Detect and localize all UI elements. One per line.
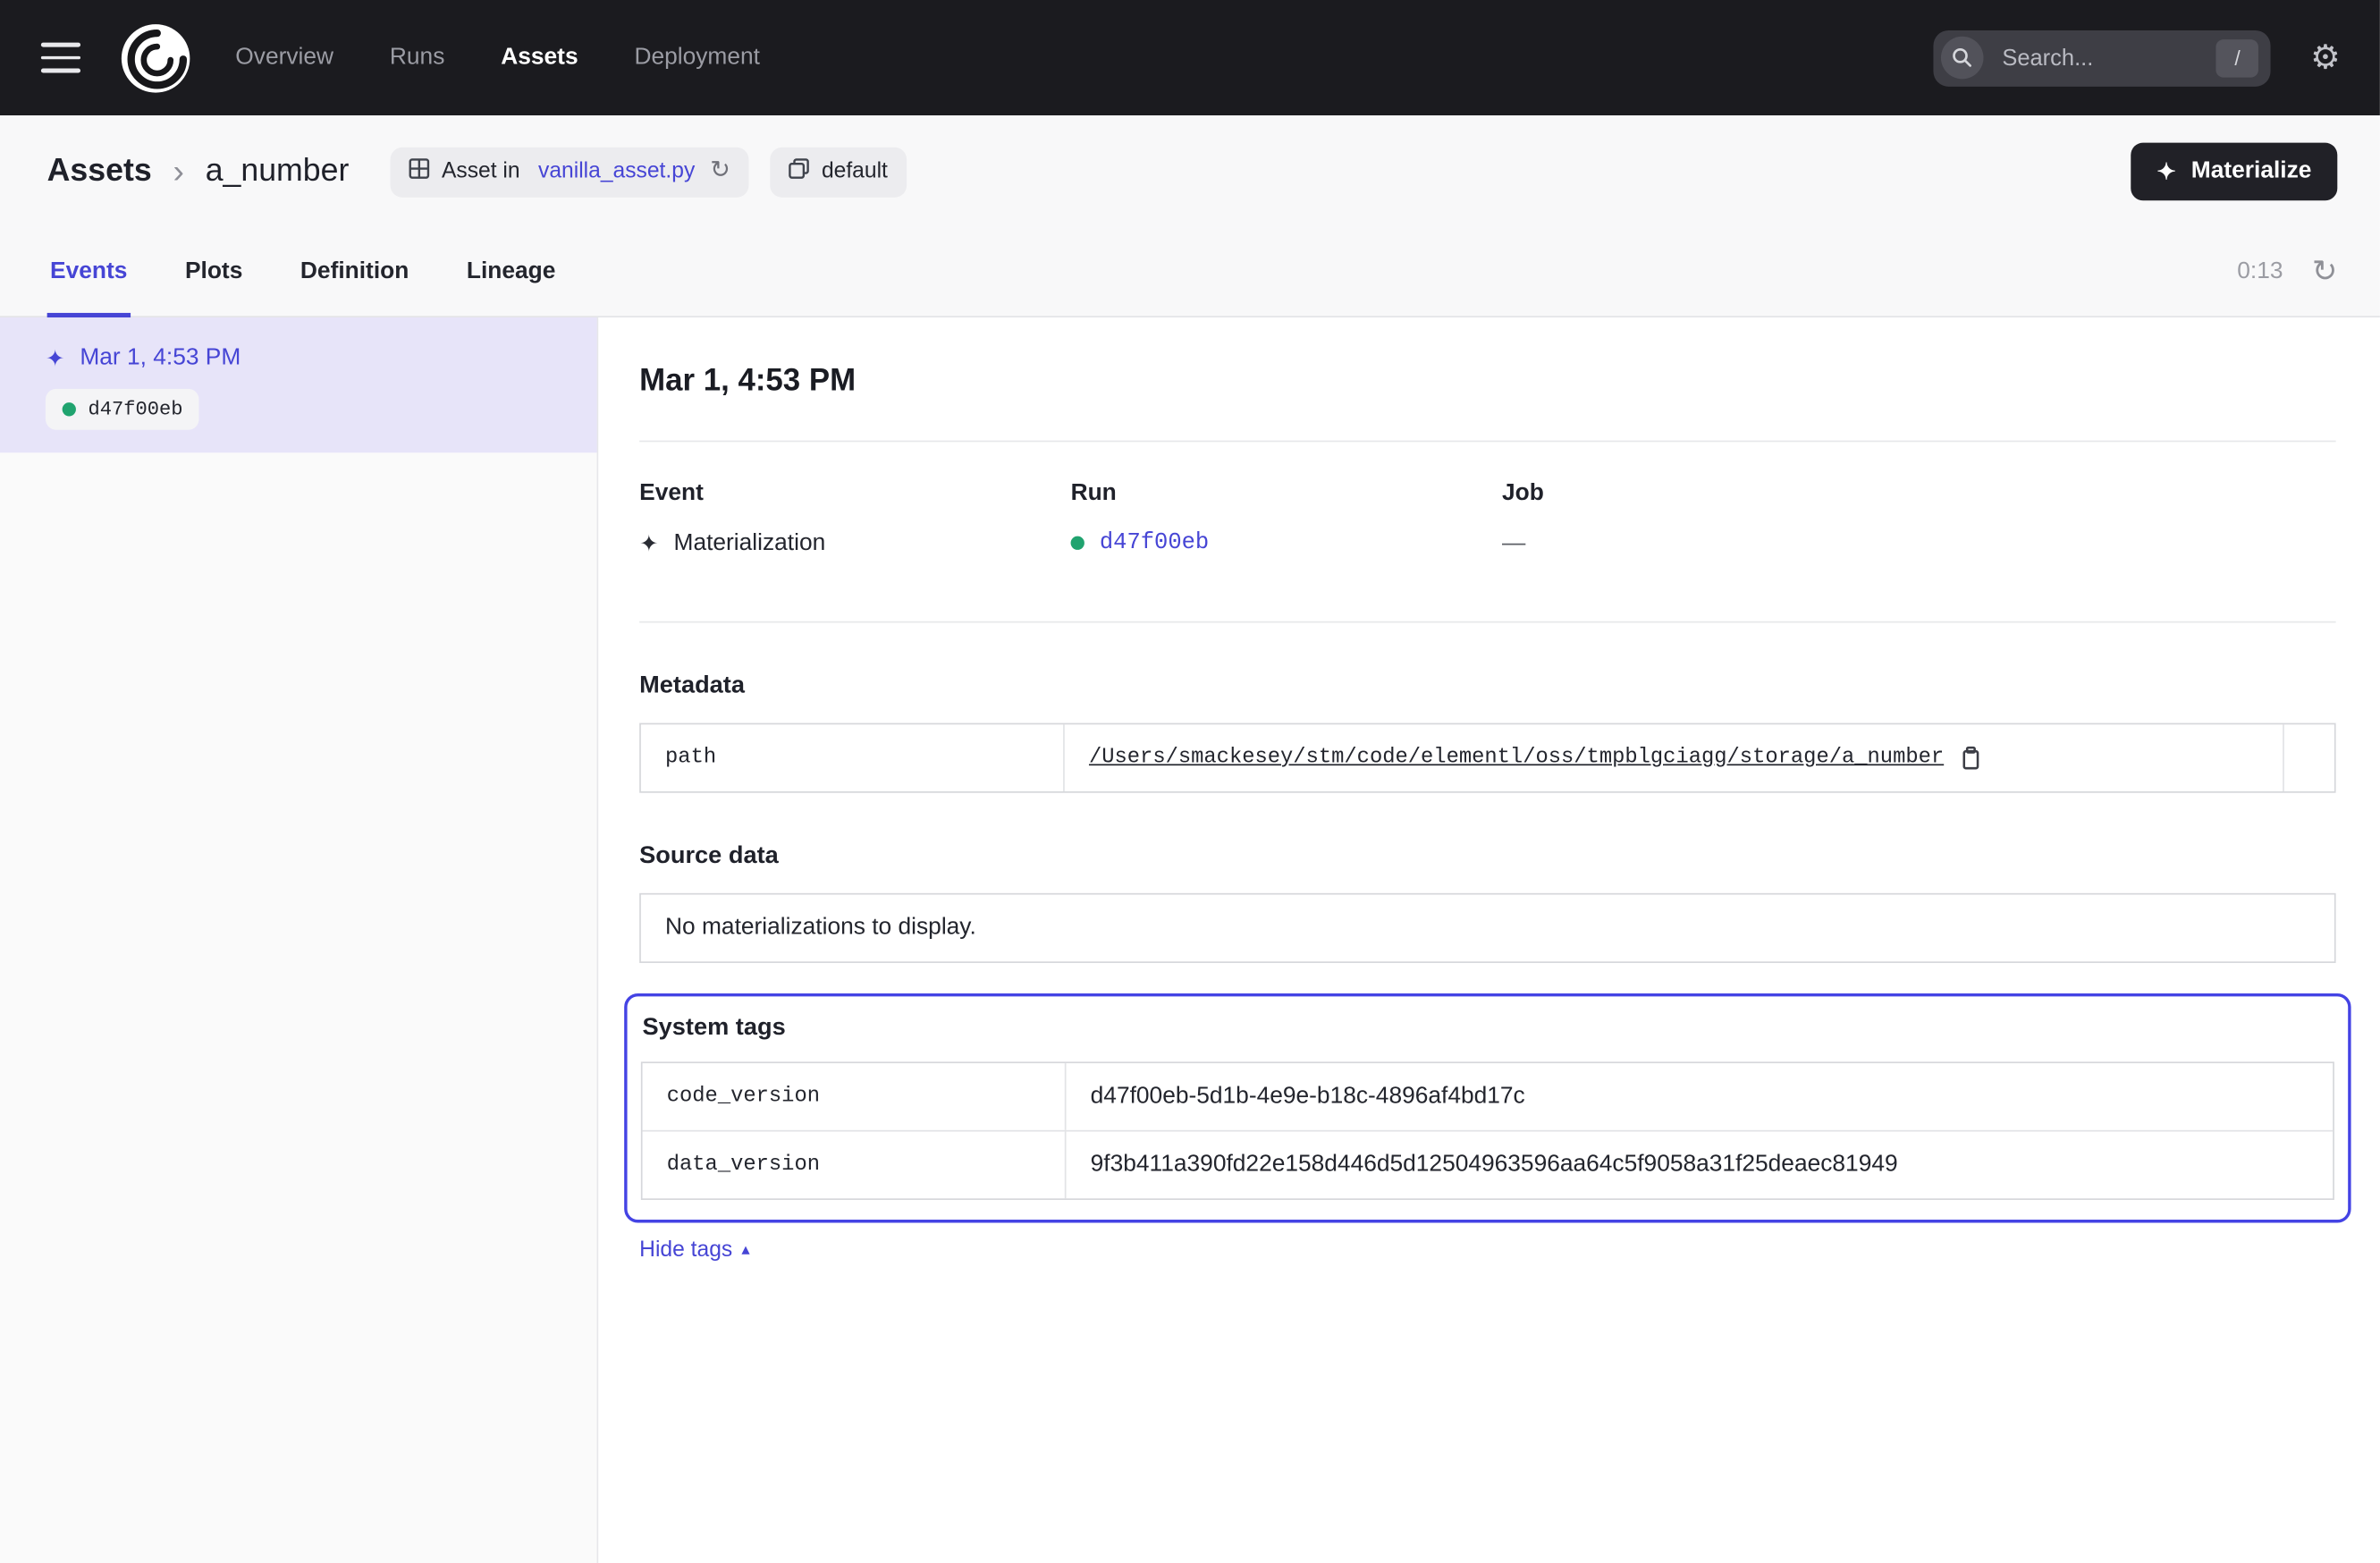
nav-item-overview[interactable]: Overview [235,44,333,72]
header-badges: Asset in vanilla_asset.py ↻ default [390,147,906,197]
asset-group-badge[interactable]: default [770,147,906,197]
metadata-key: path [641,724,1065,791]
caret-up-icon: ▴ [741,1242,749,1259]
tag-value: d47f00eb-5d1b-4e9e-b18c-4896af4bd17c [1066,1063,2333,1130]
top-nav-right: / ⚙ [1934,30,2341,86]
tab-events[interactable]: Events [47,228,131,317]
tab-definition[interactable]: Definition [298,228,412,317]
metadata-table: path /Users/smackesey/stm/code/elementl/… [639,723,2335,793]
event-list-item-selected[interactable]: ✦ Mar 1, 4:53 PM d47f00eb [0,317,597,452]
source-data-empty-state: No materializations to display. [639,893,2335,963]
run-id-pill[interactable]: d47f00eb [46,389,199,430]
table-row: path /Users/smackesey/stm/code/elementl/… [641,724,2334,791]
event-type-value: Materialization [674,530,826,558]
metadata-heading: Metadata [639,673,2335,701]
event-list-sidebar: ✦ Mar 1, 4:53 PM d47f00eb [0,317,598,1563]
system-tags-section: System tags code_version d47f00eb-5d1b-4… [624,993,2350,1223]
table-row: code_version d47f00eb-5d1b-4e9e-b18c-489… [643,1063,2334,1130]
job-column-label: Job [1502,480,1933,508]
divider [639,621,2335,623]
asset-badge-prefix: Asset in [442,159,526,183]
hide-tags-link[interactable]: Hide tags ▴ [639,1238,750,1262]
search-shortcut-hint: / [2216,38,2259,76]
tab-lineage[interactable]: Lineage [463,228,558,317]
run-column-label: Run [1071,480,1502,508]
table-row: data_version 9f3b411a390fd22e158d446d5d1… [643,1130,2334,1198]
refresh-icon[interactable]: ↻ [2312,257,2337,287]
breadcrumb-separator: › [173,155,183,188]
tab-bar: Events Plots Definition Lineage 0:13 ↻ [0,228,2380,317]
materialization-sparkle-icon: ✦ [46,347,64,369]
job-column: Job — [1502,480,1933,558]
materialize-button-label: Materialize [2191,158,2312,186]
event-timestamp: Mar 1, 4:53 PM [80,345,241,373]
source-data-heading: Source data [639,843,2335,871]
nav-item-assets[interactable]: Assets [501,44,578,72]
run-status-dot [63,402,76,416]
group-icon [789,158,810,186]
event-detail-title: Mar 1, 4:53 PM [639,363,2335,400]
dagster-logo[interactable] [120,22,191,94]
tag-key: data_version [643,1132,1067,1199]
hamburger-menu-icon[interactable] [41,43,80,73]
gear-icon[interactable]: ⚙ [2310,41,2341,74]
event-column: Event ✦ Materialization [639,480,1070,558]
job-empty-value: — [1502,530,1525,558]
primary-nav: Overview Runs Assets Deployment [235,44,760,72]
run-column: Run d47f00eb [1071,480,1502,558]
group-badge-label: default [822,159,888,183]
materialize-button[interactable]: ✦ Materialize [2131,143,2338,201]
nav-item-deployment[interactable]: Deployment [634,44,760,72]
breadcrumb-assets-link[interactable]: Assets [47,154,152,190]
reload-definition-icon[interactable]: ↻ [710,159,730,183]
run-status-dot [1071,536,1085,550]
copy-icon[interactable] [1959,746,1981,770]
run-id-text: d47f00eb [89,398,183,420]
grid-icon [409,158,430,186]
run-id-link[interactable]: d47f00eb [1100,530,1209,556]
search-icon [1941,37,1984,80]
metadata-path-link[interactable]: /Users/smackesey/stm/code/elementl/oss/t… [1089,746,1944,770]
hide-tags-label: Hide tags [639,1238,732,1262]
system-tags-heading: System tags [641,1015,2334,1043]
top-nav-bar: Overview Runs Assets Deployment / ⚙ [0,0,2380,115]
system-tags-table: code_version d47f00eb-5d1b-4e9e-b18c-489… [641,1061,2334,1200]
search-input[interactable] [1999,43,2216,72]
event-detail-panel: Mar 1, 4:53 PM Event ✦ Materialization R… [598,317,2380,1563]
content-area: ✦ Mar 1, 4:53 PM d47f00eb Mar 1, 4:53 PM… [0,317,2380,1563]
row-action-cell [2283,724,2334,791]
tab-plots[interactable]: Plots [182,228,246,317]
search-box[interactable]: / [1934,30,2271,86]
event-summary-columns: Event ✦ Materialization Run d47f00eb Job [639,442,2335,621]
app-window: Overview Runs Assets Deployment / ⚙ Asse… [0,0,2380,1563]
source-data-empty-message: No materializations to display. [665,915,976,942]
page-header: Assets › a_number Asset in vanilla_asset… [0,115,2380,228]
tag-key: code_version [643,1063,1067,1130]
tag-value: 9f3b411a390fd22e158d446d5d12504963596aa6… [1066,1132,2333,1199]
asset-definition-badge[interactable]: Asset in vanilla_asset.py ↻ [390,147,748,197]
page-title: a_number [206,154,350,190]
event-column-label: Event [639,480,1070,508]
materialization-icon: ✦ [639,532,658,554]
asset-file-link[interactable]: vanilla_asset.py [538,159,695,183]
nav-item-runs[interactable]: Runs [390,44,444,72]
sparkle-icon: ✦ [2156,160,2175,182]
refresh-timer: 0:13 [2237,258,2283,286]
